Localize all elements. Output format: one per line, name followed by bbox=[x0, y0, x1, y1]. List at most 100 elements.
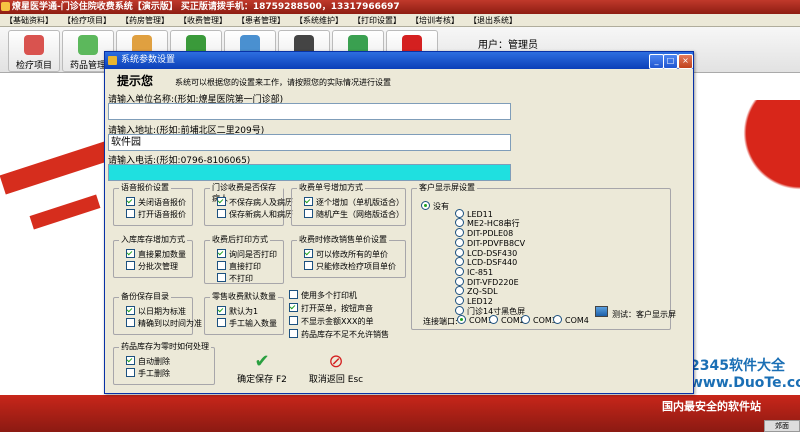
phone-input[interactable] bbox=[108, 164, 511, 181]
print-after-group: 收费后打印方式 询问是否打印 直接打印 不打印 bbox=[204, 234, 284, 284]
checkbox[interactable] bbox=[126, 261, 135, 270]
option-checkbox[interactable]: 打开语音报价 bbox=[126, 209, 186, 220]
toolbar-button[interactable]: 检疗项目 bbox=[8, 30, 60, 72]
minimize-button[interactable]: _ bbox=[649, 54, 664, 69]
checkbox[interactable] bbox=[304, 209, 313, 218]
radio-button[interactable] bbox=[455, 276, 464, 286]
option-checkbox[interactable]: 直接打印 bbox=[217, 261, 261, 272]
option-checkbox[interactable]: 手工删除 bbox=[126, 368, 170, 379]
checkbox[interactable] bbox=[304, 197, 313, 206]
checkbox[interactable] bbox=[217, 306, 226, 315]
option-checkbox[interactable]: 询问是否打印 bbox=[217, 249, 277, 260]
radio-button[interactable] bbox=[455, 237, 464, 247]
misc-checkbox[interactable]: 药品库存不足不允许销售 bbox=[289, 329, 389, 340]
menu-item[interactable]: 【收费管理】 bbox=[174, 14, 232, 27]
checkbox[interactable] bbox=[126, 249, 135, 258]
watermark: 2345软件大全 www.DuoTe.com bbox=[690, 358, 800, 391]
misc-checkbox[interactable]: 不显示金额XXX的单 bbox=[289, 316, 373, 327]
radio-button[interactable] bbox=[553, 315, 562, 324]
checkbox[interactable] bbox=[217, 209, 226, 218]
option-checkbox[interactable]: 手工输入数量 bbox=[217, 318, 277, 329]
option-label: 手工输入数量 bbox=[229, 319, 277, 328]
option-checkbox[interactable]: 以日期为标准 bbox=[126, 306, 186, 317]
app-title-bar: 燎星医学通-门诊住院收费系统【演示版】 买正版请拨手机：18759288500，… bbox=[0, 0, 800, 14]
menu-item[interactable]: 【系统维护】 bbox=[290, 14, 348, 27]
option-checkbox[interactable]: 只能修改检疗项目单价 bbox=[304, 261, 396, 272]
checkbox[interactable] bbox=[289, 316, 298, 325]
checkbox[interactable] bbox=[126, 306, 135, 315]
checkbox[interactable] bbox=[217, 318, 226, 327]
menu-item[interactable]: 【打印设置】 bbox=[348, 14, 406, 27]
checkbox[interactable] bbox=[126, 318, 135, 327]
checkbox[interactable] bbox=[289, 290, 298, 299]
dialog-title-bar[interactable]: 系统参数设置 _ □ × bbox=[105, 52, 693, 69]
save-button[interactable]: ✔ 确定保存 F2 bbox=[233, 352, 291, 388]
monitor-icon[interactable] bbox=[595, 306, 608, 317]
unit-name-input[interactable] bbox=[108, 103, 511, 120]
checkbox[interactable] bbox=[304, 261, 313, 270]
backup-group: 备份保存目录 以日期为标准 精确到以时间为准 bbox=[113, 291, 202, 335]
address-input[interactable]: 软件园 bbox=[108, 134, 511, 151]
option-label: 分批次管理 bbox=[138, 262, 178, 271]
checkbox[interactable] bbox=[289, 303, 298, 312]
radio-button[interactable] bbox=[457, 315, 466, 324]
menu-item[interactable]: 【药房管理】 bbox=[116, 14, 174, 27]
checkbox[interactable] bbox=[126, 356, 135, 365]
checkbox[interactable] bbox=[126, 209, 135, 218]
radio-button[interactable] bbox=[455, 305, 464, 315]
menu-item[interactable]: 【患者管理】 bbox=[232, 14, 290, 27]
display-device-radio[interactable]: 没有 bbox=[421, 201, 449, 212]
checkbox[interactable] bbox=[217, 197, 226, 206]
option-label: 使用多个打印机 bbox=[301, 291, 357, 300]
radio-button[interactable] bbox=[455, 228, 464, 238]
option-checkbox[interactable]: 直接累加数量 bbox=[126, 249, 186, 260]
option-label: 保存新病人和病历 bbox=[229, 210, 293, 219]
option-checkbox[interactable]: 不打印 bbox=[217, 273, 253, 284]
option-checkbox[interactable]: 保存新病人和病历 bbox=[217, 209, 293, 220]
radio-button[interactable] bbox=[455, 257, 464, 267]
option-checkbox[interactable]: 分批次管理 bbox=[126, 261, 178, 272]
option-checkbox[interactable]: 关闭语音报价 bbox=[126, 197, 186, 208]
test-display-label[interactable]: 测试：客户显示屏 bbox=[612, 309, 676, 320]
port-radio[interactable]: COM2 bbox=[489, 315, 525, 326]
maximize-button[interactable]: □ bbox=[663, 54, 678, 69]
radio-button[interactable] bbox=[455, 208, 464, 218]
radio-button[interactable] bbox=[455, 266, 464, 276]
checkbox[interactable] bbox=[126, 197, 135, 206]
close-button[interactable]: × bbox=[678, 54, 693, 69]
menu-item[interactable]: 【检疗项目】 bbox=[58, 14, 116, 27]
checkbox[interactable] bbox=[217, 249, 226, 258]
option-checkbox[interactable]: 精确到以时间为准 bbox=[126, 318, 202, 329]
radio-button[interactable] bbox=[421, 201, 430, 210]
cancel-button[interactable]: ⊘ 取消返回 Esc bbox=[307, 352, 365, 388]
option-checkbox[interactable]: 可以修改所有的单价 bbox=[304, 249, 388, 260]
misc-checkbox[interactable]: 打开菜单，按钮声音 bbox=[289, 303, 373, 314]
checkbox[interactable] bbox=[289, 329, 298, 338]
option-checkbox[interactable]: 默认为1 bbox=[217, 306, 258, 317]
group-title: 零售收费默认数量 bbox=[210, 291, 278, 302]
pill-icon bbox=[78, 35, 98, 55]
option-checkbox[interactable]: 逐个增加（单机版适合） bbox=[304, 197, 404, 208]
option-label: 手工删除 bbox=[138, 369, 170, 378]
port-radio[interactable]: COM4 bbox=[553, 315, 589, 326]
option-checkbox[interactable]: 自动删除 bbox=[126, 356, 170, 367]
port-radio[interactable]: COM3 bbox=[521, 315, 557, 326]
radio-button[interactable] bbox=[455, 296, 464, 305]
option-checkbox[interactable]: 随机产生（网络版适合） bbox=[304, 209, 404, 220]
menu-item[interactable]: 【退出系统】 bbox=[464, 14, 522, 27]
checkbox[interactable] bbox=[217, 261, 226, 270]
menu-item[interactable]: 【培训考核】 bbox=[406, 14, 464, 27]
radio-button[interactable] bbox=[521, 315, 530, 324]
checkbox[interactable] bbox=[217, 273, 226, 282]
checkbox[interactable] bbox=[304, 249, 313, 258]
radio-button[interactable] bbox=[489, 315, 498, 324]
status-tab[interactable]: 郊面 bbox=[764, 420, 800, 432]
checkbox[interactable] bbox=[126, 368, 135, 377]
radio-button[interactable] bbox=[455, 218, 464, 228]
port-radio[interactable]: COM1 bbox=[457, 315, 493, 326]
misc-checkbox[interactable]: 使用多个打印机 bbox=[289, 290, 357, 301]
radio-button[interactable] bbox=[455, 247, 464, 257]
menu-item[interactable]: 【基础资料】 bbox=[0, 14, 58, 27]
radio-button[interactable] bbox=[455, 286, 464, 296]
option-checkbox[interactable]: 不保存病人及病历 bbox=[217, 197, 293, 208]
